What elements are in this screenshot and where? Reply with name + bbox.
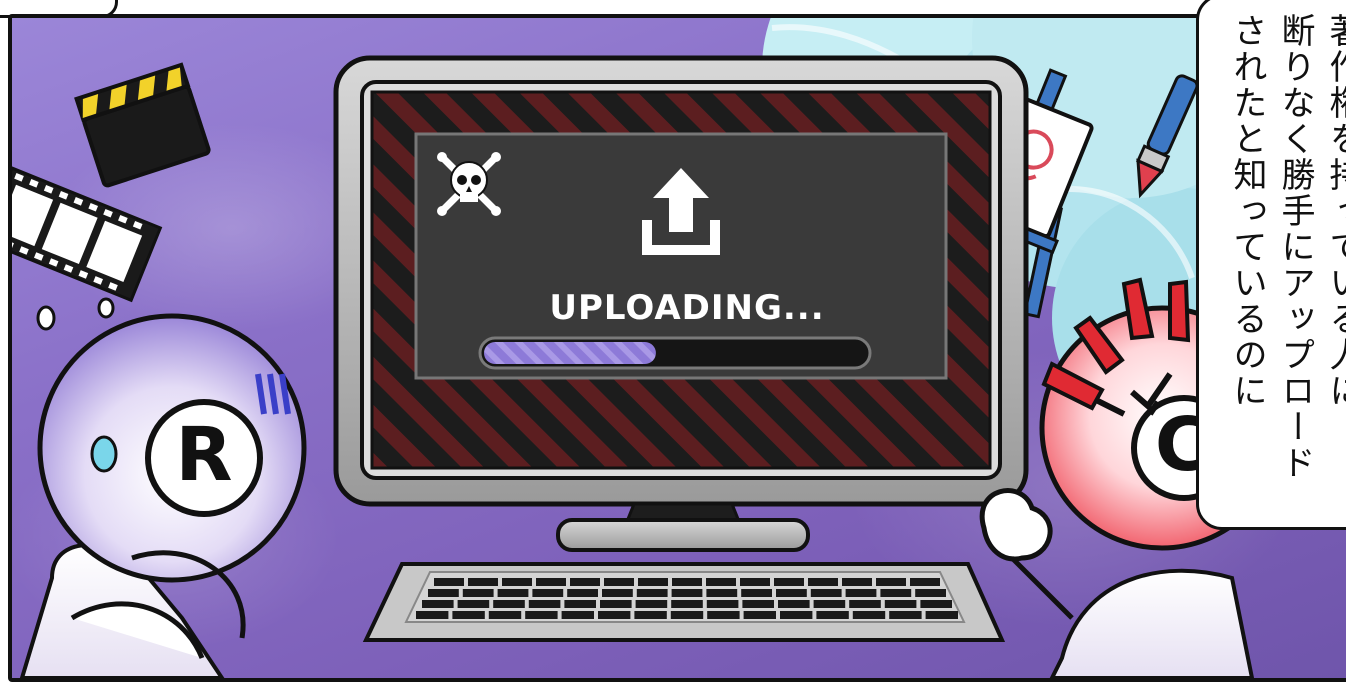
keyboard-key [502, 578, 532, 586]
keyboard [362, 562, 1006, 642]
registered-symbol-letter: R [175, 412, 233, 498]
keyboard-key [422, 600, 454, 608]
keyboard-key [636, 589, 668, 597]
keyboard-key [602, 589, 633, 597]
keyboard-key [561, 611, 594, 619]
keyboard-key [564, 600, 596, 608]
keyboard-key [774, 578, 804, 586]
keyboard-key [706, 578, 736, 586]
keyboard-key [776, 589, 807, 597]
keyboard-key [671, 600, 703, 608]
keyboard-key [816, 611, 849, 619]
keyboard-key [452, 611, 485, 619]
keyboard-key [849, 600, 881, 608]
keyboard-key [740, 578, 770, 586]
comic-panel: UPLOADING... R C [8, 14, 1346, 682]
keyboard-key [707, 611, 740, 619]
keyboard-key [780, 611, 813, 619]
keyboard-key [910, 578, 940, 586]
keyboard-key [638, 578, 668, 586]
keyboard-key [598, 611, 631, 619]
keyboard-key [706, 589, 738, 597]
keyboard-key [462, 589, 494, 597]
keyboard-key [536, 578, 566, 586]
keyboard-key [416, 611, 449, 619]
keyboard-key [634, 611, 667, 619]
keyboard-key [741, 589, 772, 597]
keyboard-key [778, 600, 810, 608]
registered-character [19, 313, 307, 678]
keyboard-key [468, 578, 498, 586]
keyboard-key [880, 589, 912, 597]
keyboard-key [428, 589, 459, 597]
speech-line-1: 著作権を持っている人に [1323, 13, 1346, 409]
keyboard-key [884, 600, 917, 608]
keyboard-key [670, 611, 704, 619]
keyboard-key [570, 578, 600, 586]
keyboard-key [434, 578, 464, 586]
keyboard-key [497, 589, 529, 597]
keyboard-key [842, 578, 872, 586]
upload-status-text: UPLOADING... [549, 288, 825, 328]
keyboard-key [635, 600, 668, 608]
keyboard-key [845, 589, 877, 597]
keyboard-key [920, 600, 952, 608]
keyboard-key [808, 578, 838, 586]
keyboard-key [671, 589, 703, 597]
film-strip-icon [12, 166, 163, 303]
keyboard-key [600, 600, 632, 608]
keyboard-key [742, 600, 774, 608]
keyboard-key [672, 578, 702, 586]
speech-line-3: されたと知っているのに [1227, 13, 1267, 409]
keyboard-key [525, 611, 558, 619]
keyboard-key [488, 611, 522, 619]
keyboard-key [889, 611, 922, 619]
keyboard-key [604, 578, 634, 586]
sweat-drop-icon [36, 297, 115, 331]
keyboard-key [915, 589, 946, 597]
keyboard-key [532, 589, 564, 597]
keyboard-key [567, 589, 598, 597]
keyboard-key [706, 600, 739, 608]
keyboard-key [810, 589, 842, 597]
keyboard-key [457, 600, 490, 608]
keyboard-key [528, 600, 561, 608]
scene [12, 18, 1312, 678]
keyboard-key [813, 600, 846, 608]
keyboard-key [925, 611, 958, 619]
speech-bubble: 著作権を持っている人に 断りなく勝手にアップロード されたと知っているのに [1196, 0, 1346, 530]
keyboard-key [743, 611, 776, 619]
keyboard-key [493, 600, 525, 608]
film-clapper-icon [74, 62, 211, 188]
progress-fill [484, 342, 656, 364]
keyboard-key [852, 611, 886, 619]
speech-line-2: 断りなく勝手にアップロード [1275, 13, 1315, 481]
upload-progress-bar [478, 336, 872, 370]
keyboard-key [876, 578, 906, 586]
